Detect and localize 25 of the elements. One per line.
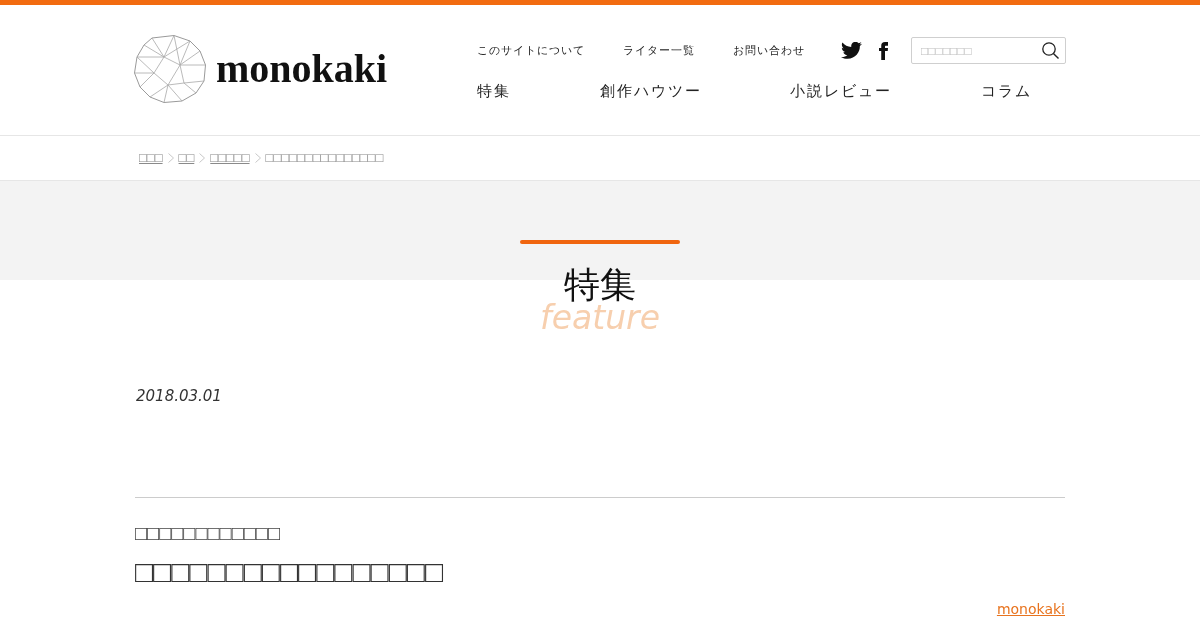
post-date: 2018.03.01 [135, 387, 222, 405]
breadcrumb-link[interactable]: □□ [178, 150, 195, 166]
nav-link[interactable]: 小説レビュー [790, 81, 893, 101]
search-icon[interactable] [1042, 42, 1059, 59]
nav-link[interactable]: 特集 [477, 81, 511, 101]
letter-f-icon[interactable] [879, 41, 888, 60]
breadcrumb-link[interactable]: □□□ [139, 150, 163, 166]
article-subtitle: □□□□□□□□□□□□ [135, 521, 280, 546]
search-field[interactable]: □□□□□□□ [911, 37, 1066, 64]
nav-link[interactable]: コラム [980, 81, 1032, 101]
logo-link[interactable]: monokaki [134, 35, 388, 103]
crumpled-paper-icon [134, 35, 206, 103]
utility-link[interactable]: ライター一覧 [623, 43, 695, 58]
section-subtitle: feature [540, 303, 660, 333]
chevron-icon [254, 153, 261, 163]
bird-icon[interactable] [841, 42, 862, 59]
breadcrumb-current: □□□□□□□□□□□□□□□ [265, 150, 384, 166]
breadcrumb-link[interactable]: □□□□□ [210, 150, 250, 166]
utility-link[interactable]: お問い合わせ [733, 43, 805, 58]
nav-link[interactable]: 創作ハウツー [599, 81, 702, 101]
section-title: 特集 [564, 267, 636, 303]
utility-link[interactable]: このサイトについて [477, 43, 585, 58]
article-title: □□□□□□□□□□□□□□□□□ [135, 554, 444, 590]
chevron-icon [199, 153, 206, 163]
chevron-icon [167, 153, 174, 163]
